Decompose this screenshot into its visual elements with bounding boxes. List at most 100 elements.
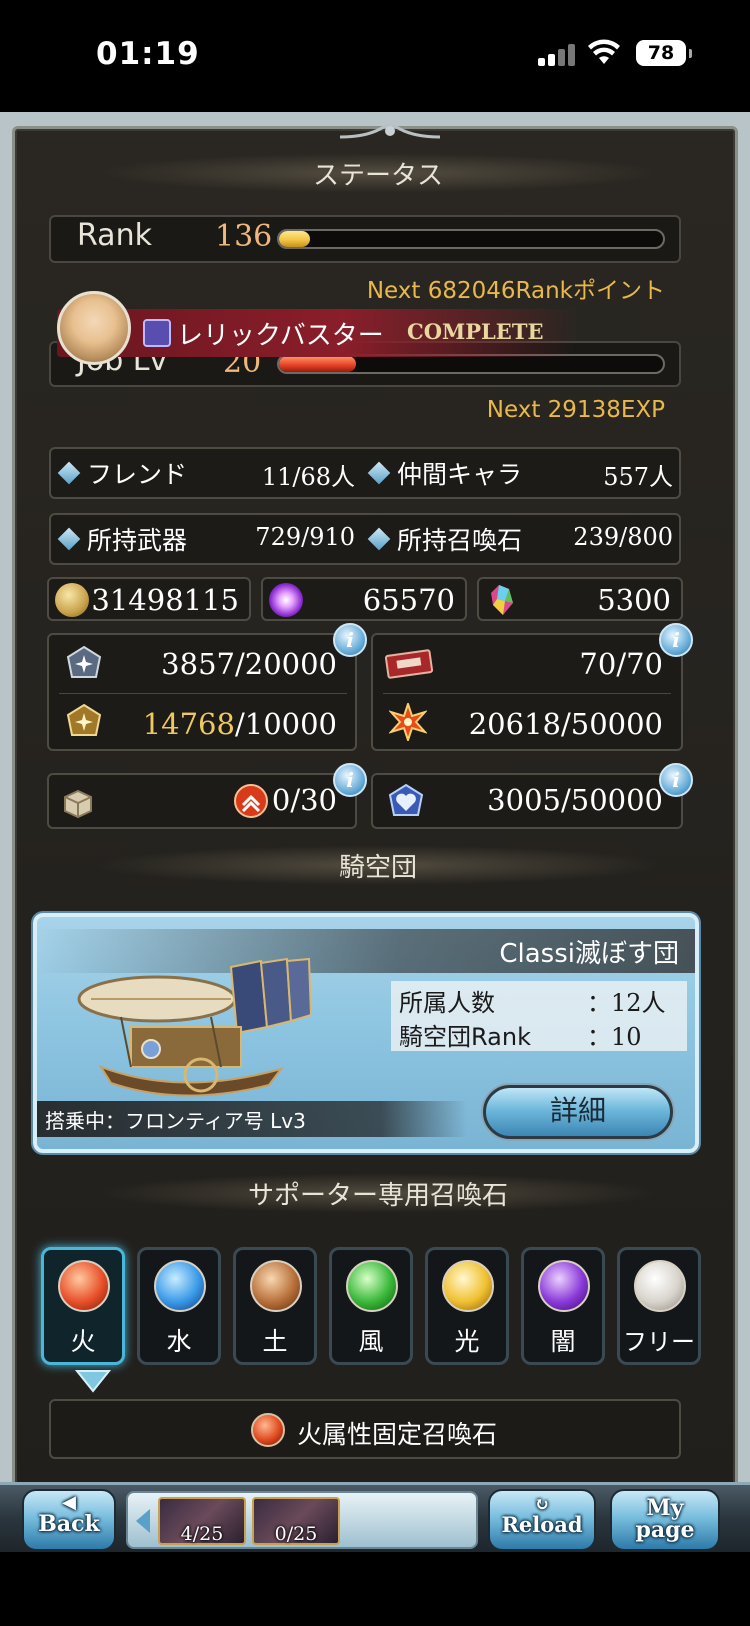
rank-value: 136 bbox=[215, 219, 273, 254]
crew-stats: 所属人数 ：12人 騎空団Rank ：10 bbox=[391, 981, 687, 1051]
crystal-points-value: 65570 bbox=[362, 583, 455, 617]
tab-light[interactable]: 光 bbox=[425, 1247, 509, 1365]
clock: 01:19 bbox=[96, 36, 200, 72]
tab-label: フリー bbox=[623, 1328, 695, 1356]
allies-cell[interactable]: 仲間キャラ 557人 bbox=[361, 449, 679, 497]
status-panel: ステータス Rank 136 Next 682046Rankポイント Job L… bbox=[12, 124, 738, 1516]
burst-icon bbox=[389, 703, 427, 741]
tab-earth[interactable]: 土 bbox=[233, 1247, 317, 1365]
tab-water[interactable]: 水 bbox=[137, 1247, 221, 1365]
star-icon bbox=[634, 1260, 686, 1312]
summons-value: 239/800 bbox=[573, 523, 673, 551]
wifi-icon bbox=[588, 39, 620, 64]
light-icon bbox=[442, 1260, 494, 1312]
weapons-label: 所持武器 bbox=[87, 526, 188, 555]
friends-row: フレンド 11/68人 仲間キャラ 557人 bbox=[49, 447, 681, 499]
items-left-box: 3857/20000 14768/10000 bbox=[47, 633, 357, 751]
crystals-value: 5300 bbox=[597, 583, 671, 617]
mypage-button[interactable]: My page bbox=[610, 1489, 720, 1551]
tab-label: 風 bbox=[358, 1327, 384, 1356]
tab-label: 火 bbox=[70, 1327, 96, 1356]
mypage-label-2: page bbox=[635, 1517, 695, 1543]
water-icon bbox=[154, 1260, 206, 1312]
item4-value: 20618/50000 bbox=[468, 707, 663, 741]
dark-icon bbox=[538, 1260, 590, 1312]
reload-icon: ↻ bbox=[534, 1494, 550, 1515]
ticket-icon bbox=[384, 649, 434, 679]
back-arrow-icon: ◀ bbox=[62, 1492, 76, 1513]
arrow-left-icon[interactable] bbox=[136, 1509, 150, 1533]
tab-label: 水 bbox=[166, 1327, 192, 1356]
crew-detail-button[interactable]: 詳細 bbox=[483, 1085, 673, 1139]
item2-max: /10000 bbox=[234, 707, 337, 741]
items-right-box-2: 3005/50000 bbox=[371, 773, 683, 829]
job-complete-badge: COMPLETE bbox=[407, 319, 544, 344]
item2-current: 14768 bbox=[142, 707, 235, 741]
reload-button[interactable]: ↻ Reload bbox=[488, 1489, 596, 1551]
back-button[interactable]: ◀ Back bbox=[22, 1489, 116, 1551]
item2-value: 14768/10000 bbox=[143, 707, 337, 741]
crew-rank-label: 騎空団Rank bbox=[399, 1023, 531, 1051]
quest-thumbnail[interactable]: 0/25 bbox=[252, 1497, 340, 1545]
chevron-up-icon bbox=[234, 784, 268, 818]
bottom-nav: ◀ Back 4/25 0/25 ↻ Reload My page bbox=[0, 1482, 750, 1552]
items-left-box-2: 0/30 bbox=[47, 773, 357, 829]
fire-icon bbox=[58, 1260, 110, 1312]
info-icon[interactable]: i bbox=[333, 763, 367, 797]
crew-rank-value: ：10 bbox=[587, 1023, 642, 1051]
info-icon[interactable]: i bbox=[659, 623, 693, 657]
item1-value: 3857/20000 bbox=[161, 647, 337, 681]
tab-pointer-icon bbox=[75, 1370, 111, 1393]
ios-status-bar: 01:19 78 bbox=[0, 0, 750, 112]
allies-value: 557人 bbox=[603, 463, 673, 491]
crystals-box: 5300 bbox=[477, 577, 683, 621]
rupie-icon bbox=[55, 583, 89, 617]
tab-label: 光 bbox=[454, 1327, 480, 1356]
battery-indicator: 78 bbox=[636, 40, 692, 66]
item5-value: 0/30 bbox=[271, 783, 337, 817]
rank-progress-bar bbox=[277, 229, 665, 249]
quest-tray: 4/25 0/25 bbox=[126, 1491, 478, 1549]
tab-label: 土 bbox=[262, 1327, 288, 1356]
crew-card[interactable]: Classi滅ぼす団 所属人数 ：12人 騎空団Rank ：10 搭乗中：フロン… bbox=[33, 913, 699, 1153]
avatar[interactable] bbox=[57, 291, 131, 365]
back-label: Back bbox=[38, 1511, 100, 1537]
cellular-signal-icon bbox=[538, 44, 576, 66]
earth-icon bbox=[250, 1260, 302, 1312]
home-area bbox=[0, 1552, 750, 1626]
quest-thumbnail[interactable]: 4/25 bbox=[158, 1497, 246, 1545]
crew-section-title: 騎空団 bbox=[338, 853, 417, 883]
crystal-points-box: 65570 bbox=[261, 577, 467, 621]
divider bbox=[383, 693, 671, 694]
fixed-summon-label: 火属性固定召喚石 bbox=[297, 1420, 498, 1449]
summons-cell[interactable]: 所持召喚石 239/800 bbox=[361, 515, 679, 563]
allies-label: 仲間キャラ bbox=[397, 460, 523, 489]
job-next-text: Next 29138EXP bbox=[486, 397, 665, 423]
diamond-icon bbox=[367, 461, 391, 485]
crew-name: Classi滅ぼす団 bbox=[499, 939, 679, 969]
weapons-value: 729/910 bbox=[255, 523, 355, 551]
tab-dark[interactable]: 闇 bbox=[521, 1247, 605, 1365]
tab-free[interactable]: フリー bbox=[617, 1247, 701, 1365]
diamond-icon bbox=[57, 527, 81, 551]
fire-icon bbox=[251, 1413, 285, 1447]
reload-label: Reload bbox=[501, 1512, 583, 1537]
boarding-text: 搭乗中：フロンティア号 Lv3 bbox=[45, 1109, 306, 1133]
divider bbox=[59, 693, 347, 694]
weapons-cell[interactable]: 所持武器 729/910 bbox=[51, 515, 361, 563]
rank-next-text: Next 682046Rankポイント bbox=[366, 278, 665, 304]
quest-count: 4/25 bbox=[180, 1523, 224, 1545]
friends-cell[interactable]: フレンド 11/68人 bbox=[51, 449, 361, 497]
info-icon[interactable]: i bbox=[333, 623, 367, 657]
rupie-value: 31498115 bbox=[91, 583, 239, 617]
rank-box: Rank 136 bbox=[49, 215, 681, 263]
quest-count: 0/25 bbox=[274, 1523, 318, 1545]
info-icon[interactable]: i bbox=[659, 763, 693, 797]
job-name: レリックバスター bbox=[177, 321, 384, 351]
fixed-summon-row: 火属性固定召喚石 bbox=[49, 1399, 681, 1459]
tab-wind[interactable]: 風 bbox=[329, 1247, 413, 1365]
item6-value: 3005/50000 bbox=[487, 783, 663, 817]
supporter-section-title: サポーター専用召喚石 bbox=[247, 1181, 508, 1211]
tab-fire[interactable]: 火 bbox=[41, 1247, 125, 1365]
job-class-icon bbox=[143, 319, 171, 347]
